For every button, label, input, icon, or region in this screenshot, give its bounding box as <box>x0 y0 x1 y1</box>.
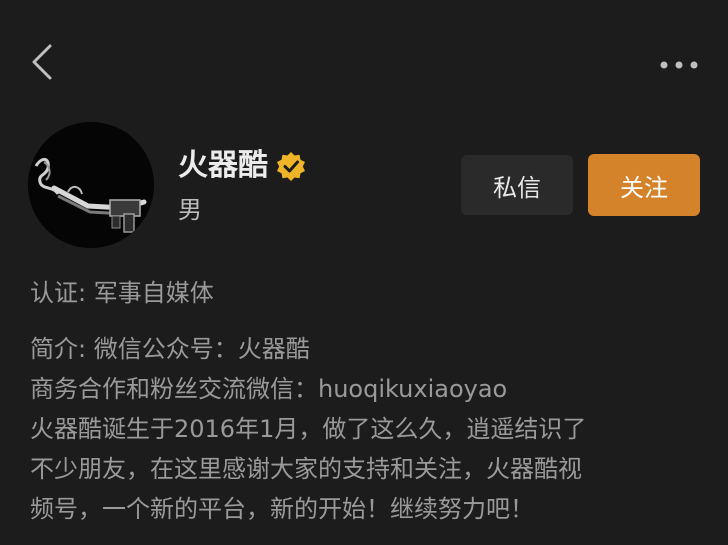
bio-line: 商务合作和粉丝交流微信：huoqikuxiaoyao <box>30 375 508 403</box>
chevron-left-icon <box>31 43 53 85</box>
bio-text: 简介: 微信公众号：火器酷 商务合作和粉丝交流微信：huoqikuxiaoyao… <box>30 329 710 529</box>
avatar-weapon-image <box>28 122 154 248</box>
gender-label: 男 <box>178 196 202 224</box>
certification-text: 认证: 军事自媒体 <box>30 279 214 307</box>
more-horizontal-icon <box>659 55 699 74</box>
back-button[interactable] <box>22 40 62 88</box>
bio-line: 火器酷诞生于2016年1月，做了这么久，逍遥结识了 <box>30 415 587 443</box>
profile-screen: 火器酷 男 私信 关注 认证: 军事自媒体 简介: 微信公众号：火器酷 商务合作… <box>0 0 728 545</box>
message-button[interactable]: 私信 <box>461 155 573 215</box>
bio-line: 频号，一个新的平台，新的开始！继续努力吧！ <box>30 495 534 523</box>
bio-line: 简介: 微信公众号：火器酷 <box>30 335 310 363</box>
name-row: 火器酷 <box>178 146 306 186</box>
follow-button[interactable]: 关注 <box>588 154 700 216</box>
bio-line: 不少朋友，在这里感谢大家的支持和关注，火器酷视 <box>30 455 582 483</box>
verified-badge-icon <box>276 151 306 181</box>
avatar[interactable] <box>28 122 154 248</box>
more-button[interactable] <box>656 48 702 80</box>
profile-name: 火器酷 <box>178 148 268 183</box>
